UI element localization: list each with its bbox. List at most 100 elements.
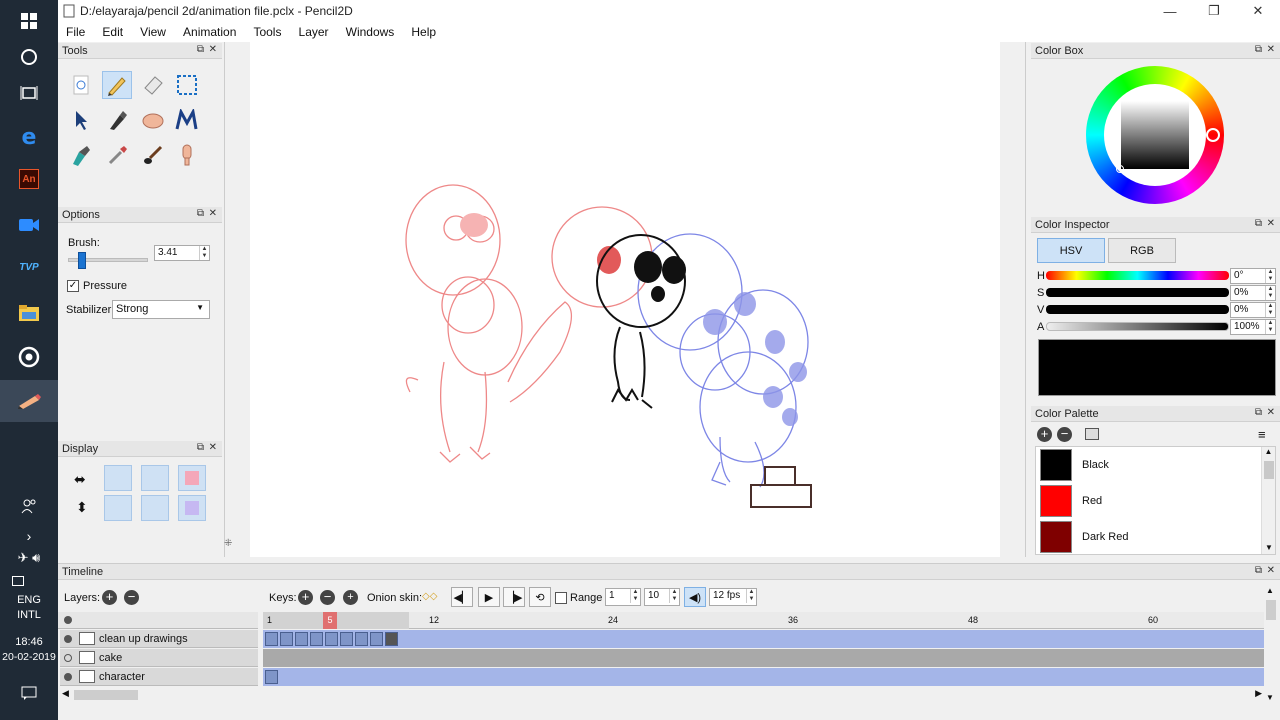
thin-lines-toggle-icon[interactable] [141, 465, 169, 491]
sound-toggle-icon[interactable]: ◀︎) [684, 587, 706, 607]
visibility-dot-icon[interactable] [64, 673, 72, 681]
resize-grip-icon[interactable]: ⁜ [224, 538, 232, 549]
frame-ruler[interactable]: 5 1 12 24 36 48 60 [263, 612, 1264, 629]
hand-tool-icon[interactable] [138, 106, 168, 134]
saturation-slider[interactable] [1046, 288, 1229, 297]
tvpaint-icon[interactable]: TVP [0, 246, 58, 288]
chevron-down-icon[interactable]: ▼ [1266, 693, 1274, 702]
palette-menu-icon[interactable]: ≡ [1258, 427, 1266, 442]
spin-arrows-icon[interactable]: ▲ ▼ [1265, 286, 1275, 300]
move-tool-icon[interactable] [66, 106, 96, 134]
close-panel-icon[interactable]: ✕ [1267, 44, 1275, 55]
keyframe[interactable] [265, 632, 278, 646]
menu-windows[interactable]: Windows [338, 22, 401, 39]
fps-spinbox[interactable]: 12 fps ▲ ▼ [709, 588, 757, 606]
timeline-hscrollbar[interactable]: ◀ ▶ [62, 688, 1262, 702]
chevron-right-icon[interactable]: ▶ [1255, 688, 1262, 699]
add-key-icon[interactable]: + [298, 590, 313, 605]
camera-toggle-icon[interactable] [141, 495, 169, 521]
chevron-down-icon[interactable]: ▼ [1262, 543, 1275, 552]
remove-key-icon[interactable]: − [320, 590, 335, 605]
tab-hsv[interactable]: HSV [1037, 238, 1105, 263]
close-panel-icon[interactable]: ✕ [1267, 218, 1275, 229]
close-button[interactable]: ✕ [1236, 0, 1280, 22]
close-panel-icon[interactable]: ✕ [1267, 407, 1275, 418]
outlines-toggle-icon[interactable] [104, 465, 132, 491]
loop-icon[interactable]: ⟲ [529, 587, 551, 607]
brush-size-spinbox[interactable]: 3.41 ▲ ▼ [154, 245, 210, 261]
alpha-slider[interactable] [1046, 322, 1229, 331]
polyline-tool-icon[interactable] [172, 106, 202, 134]
range-start-spinbox[interactable]: 1 ▲ ▼ [605, 588, 641, 606]
minimize-button[interactable]: — [1148, 0, 1192, 22]
maximize-button[interactable]: ❐ [1192, 0, 1236, 22]
float-icon[interactable]: ⧉ [197, 44, 204, 55]
keyframe[interactable] [385, 632, 398, 646]
value-slider[interactable] [1046, 305, 1229, 314]
close-panel-icon[interactable]: ✕ [209, 442, 217, 453]
spin-arrows-icon[interactable]: ▲ ▼ [1265, 320, 1275, 334]
remove-layer-icon[interactable]: − [124, 590, 139, 605]
float-icon[interactable]: ⧉ [1255, 565, 1262, 576]
pencil2d-taskbar-icon[interactable] [0, 380, 58, 422]
float-icon[interactable]: ⧉ [197, 208, 204, 219]
palette-scrollbar[interactable]: ▲ ▼ [1261, 447, 1275, 554]
onion-prev-toggle-icon[interactable] [178, 465, 206, 491]
spin-arrows-icon[interactable]: ▲ ▼ [199, 246, 209, 260]
clear-tool-icon[interactable] [66, 71, 96, 99]
stabilizer-select[interactable]: Strong ▼ [112, 300, 210, 319]
tab-rgb[interactable]: RGB [1108, 238, 1176, 263]
task-view-icon[interactable] [0, 72, 58, 114]
sv-picker-handle[interactable] [1116, 165, 1124, 173]
adobe-animate-icon[interactable]: An [0, 158, 58, 200]
playhead[interactable]: 5 [323, 612, 337, 629]
float-icon[interactable]: ⧉ [1255, 218, 1262, 229]
close-panel-icon[interactable]: ✕ [1267, 565, 1275, 576]
menu-file[interactable]: File [58, 22, 91, 39]
layer-row-cake[interactable]: cake [60, 649, 258, 667]
timeline-vscrollbar[interactable]: ▲ ▼ [1264, 584, 1278, 704]
eyedropper-tool-icon[interactable] [102, 141, 132, 169]
float-icon[interactable]: ⧉ [197, 442, 204, 453]
chevron-up-icon[interactable]: ▲ [1262, 447, 1275, 456]
palette-item[interactable]: Black [1040, 447, 1260, 483]
spin-arrows-icon[interactable]: ▲ ▼ [630, 589, 640, 603]
visibility-dot-icon[interactable] [64, 654, 72, 662]
palette-grid-icon[interactable] [1085, 428, 1099, 440]
layer-row-character[interactable]: character [60, 668, 258, 686]
pen-tool-icon[interactable] [102, 106, 132, 134]
mirror-toggle-icon[interactable] [104, 495, 132, 521]
chevron-up-icon[interactable]: ▲ [1266, 586, 1274, 595]
remove-color-icon[interactable]: − [1057, 427, 1072, 442]
brush-size-slider[interactable] [68, 252, 148, 269]
select-tool-icon[interactable] [172, 71, 202, 99]
saturation-value-square[interactable] [1121, 101, 1189, 169]
keyframe[interactable] [340, 632, 353, 646]
range-end-spinbox[interactable]: 10 ▲ ▼ [644, 588, 680, 606]
alpha-spinbox[interactable]: 100% ▲ ▼ [1230, 319, 1276, 335]
float-icon[interactable]: ⧉ [1255, 407, 1262, 418]
range-checkbox[interactable] [555, 592, 567, 604]
menu-tools[interactable]: Tools [245, 22, 287, 39]
brush-tool-icon[interactable] [138, 141, 168, 169]
zoom-video-icon[interactable] [0, 204, 58, 246]
close-panel-icon[interactable]: ✕ [209, 208, 217, 219]
onion-next-toggle-icon[interactable] [178, 495, 206, 521]
keyframe[interactable] [295, 632, 308, 646]
jump-end-icon[interactable]: ▕▶ [503, 587, 525, 607]
float-icon[interactable]: ⧉ [1255, 44, 1262, 55]
spin-arrows-icon[interactable]: ▲ ▼ [669, 589, 679, 603]
pressure-checkbox[interactable]: ✓ [67, 280, 79, 292]
flip-horizontal-icon[interactable]: ⬌ [74, 471, 86, 488]
hue-spinbox[interactable]: 0° ▲ ▼ [1230, 268, 1276, 284]
hue-wheel[interactable] [1086, 66, 1224, 204]
keyframe[interactable] [370, 632, 383, 646]
add-layer-icon[interactable]: + [102, 590, 117, 605]
saturation-spinbox[interactable]: 0% ▲ ▼ [1230, 285, 1276, 301]
track-character[interactable] [263, 668, 1264, 686]
target-app-icon[interactable] [0, 336, 58, 378]
track-cake[interactable] [263, 649, 1264, 667]
menu-view[interactable]: View [132, 22, 172, 39]
duplicate-key-icon[interactable]: + [343, 590, 358, 605]
spin-arrows-icon[interactable]: ▲ ▼ [746, 589, 756, 603]
